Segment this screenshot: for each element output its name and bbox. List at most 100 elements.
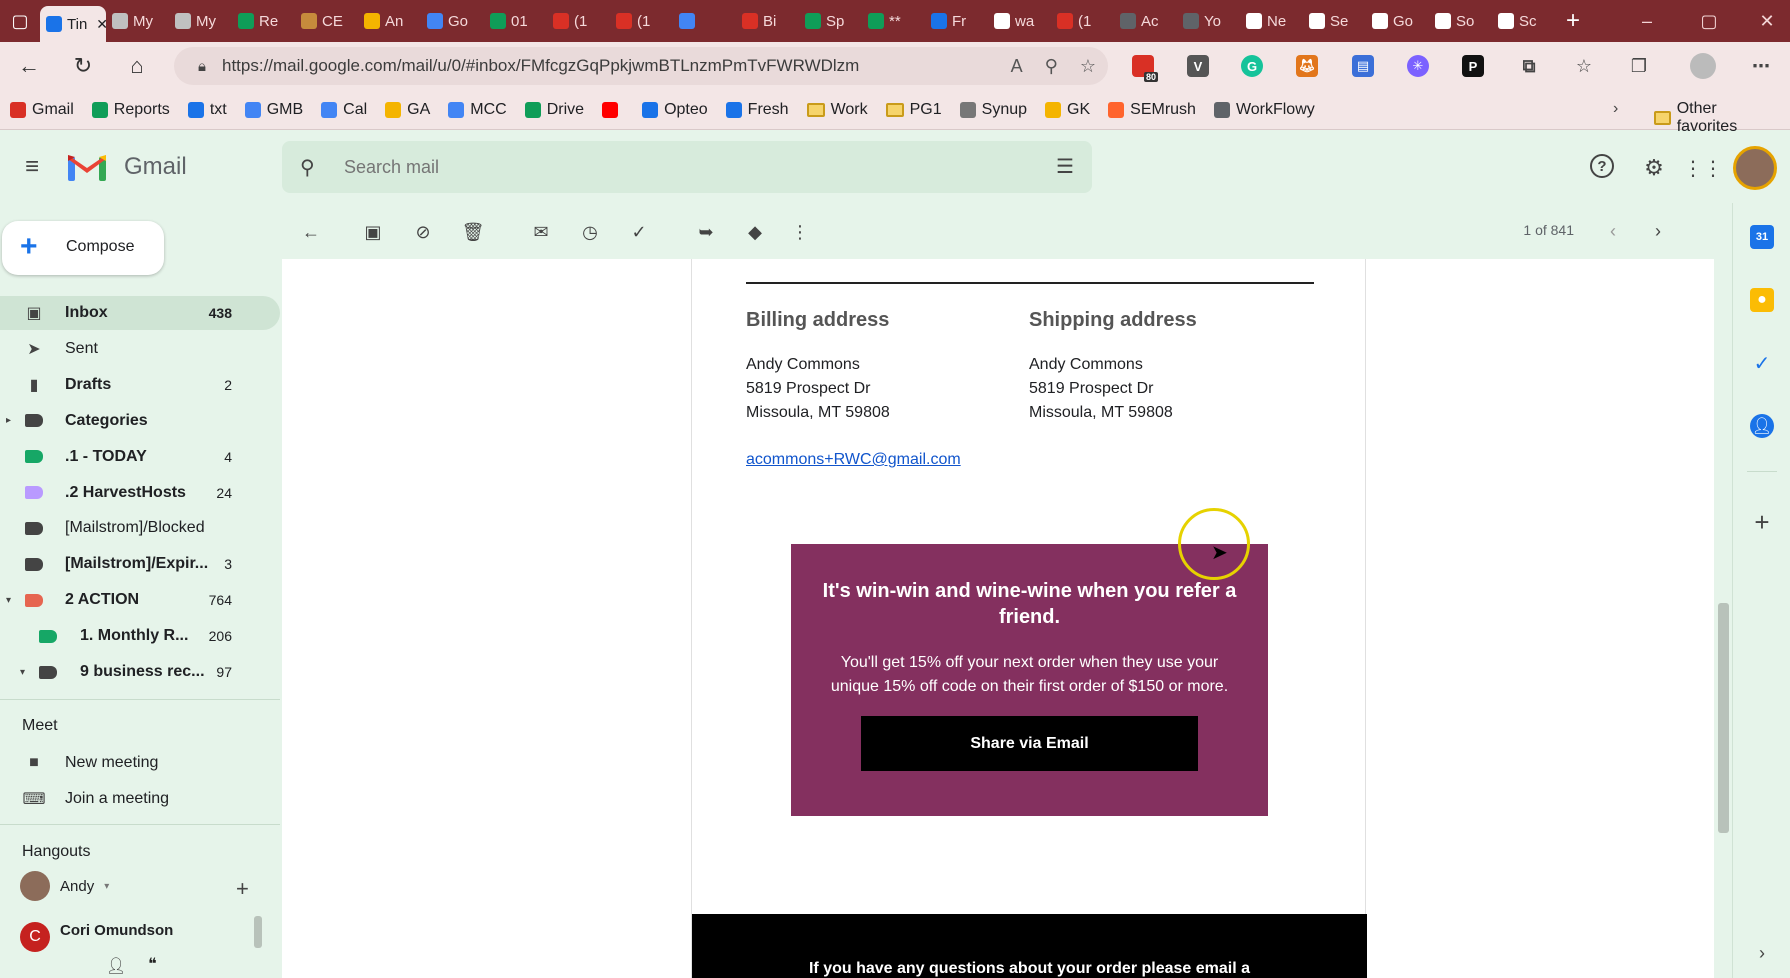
chevron-left-icon[interactable]: ‹ [1602,220,1624,242]
browser-tab[interactable]: Ac [1114,5,1177,37]
minimize-button[interactable]: – [1624,0,1670,42]
reload-icon[interactable]: ↻ [58,42,108,90]
hangouts-contact[interactable]: C Cori Omundson [20,922,173,952]
join-meeting-link[interactable]: ⌨ Join a meeting [0,782,280,816]
search-options-icon[interactable]: ☰ [1056,154,1074,179]
contacts-icon[interactable]: 👤︎ [1750,414,1774,438]
back-arrow-icon[interactable]: ← [300,221,322,243]
expand-caret-icon[interactable]: ▾ [6,595,11,606]
browser-tab[interactable]: My [169,5,232,37]
new-tab-button[interactable]: + [1555,7,1591,35]
browser-tab[interactable]: (1 [1051,5,1114,37]
metamask-icon[interactable]: 🦊︎ [1296,55,1318,77]
more-options-icon[interactable]: ⋮ [789,221,811,243]
browser-tab[interactable]: (1 [610,5,673,37]
browser-tab[interactable]: So [1429,5,1492,37]
sidebar-item[interactable]: ▮ Drafts 2 [0,368,280,402]
chevron-right-icon[interactable]: › [1750,941,1774,965]
collections-icon[interactable]: ❐ [1628,55,1650,77]
sidebar-item[interactable]: [Mailstrom]/Blocked [0,511,280,545]
hangouts-quote-icon[interactable]: ❝ [148,954,157,974]
extensions-puzzle-icon[interactable]: ⧉ [1518,55,1540,77]
archive-icon[interactable]: ▣ [362,221,384,243]
bookmark-item[interactable]: SEMrush [1108,101,1196,119]
add-addon-icon[interactable]: + [1750,507,1774,537]
close-tab-icon[interactable]: ✕ [96,16,106,33]
chevron-right-icon[interactable]: › [1647,220,1669,242]
browser-tab[interactable]: Go [421,5,484,37]
zoom-icon[interactable]: ⚲ [1045,56,1058,77]
hangouts-self[interactable]: Andy ▾ [20,871,109,901]
bookmark-item[interactable]: Reports [91,101,170,119]
scrollbar-thumb[interactable] [1718,603,1729,833]
tasks-icon[interactable]: ✓ [1750,351,1774,375]
account-avatar[interactable] [1733,146,1777,190]
new-meeting-link[interactable]: ■ New meeting [0,746,280,780]
p-extension-icon[interactable]: P [1462,55,1484,77]
home-icon[interactable]: ⌂ [112,42,162,90]
browser-tab[interactable]: Se [1303,5,1366,37]
bookmark-item[interactable]: WorkFlowy [1213,101,1315,119]
tab-actions-icon[interactable]: ▢ [0,0,40,42]
browser-tab[interactable]: Ne [1240,5,1303,37]
label-icon[interactable]: ◆ [744,221,766,243]
chevron-right-icon[interactable]: › [1613,100,1618,118]
share-via-email-button[interactable]: Share via Email [861,716,1198,771]
add-task-icon[interactable]: ✓ [628,221,650,243]
sidebar-item[interactable]: ▸ Categories [0,404,280,438]
bookmark-item[interactable]: Opteo [642,101,708,119]
more-menu-icon[interactable]: ⋯ [1750,55,1772,77]
url-text[interactable]: https://mail.google.com/mail/u/0/#inbox/… [222,56,859,76]
browser-tab[interactable]: Bi [736,5,799,37]
bookmark-item[interactable]: GMB [244,101,303,119]
bookmark-item[interactable]: Synup [959,101,1027,119]
bookmark-item[interactable]: txt [187,101,227,119]
main-menu-icon[interactable]: ≡ [14,151,50,183]
expand-caret-icon[interactable]: ▾ [20,667,25,678]
sidebar-item[interactable]: ▾ 2 ACTION 764 [0,583,280,617]
browser-tab[interactable]: An [358,5,421,37]
browser-tab[interactable]: Tin ✕ [40,6,106,42]
sidebar-item[interactable]: [Mailstrom]/Expir... 3 [0,547,280,581]
collapse-caret-icon[interactable]: ▸ [6,415,11,426]
close-window-button[interactable]: ✕ [1744,0,1790,42]
read-aloud-icon[interactable]: A [1011,56,1023,77]
bookmark-item[interactable]: Fresh [725,101,789,119]
gmail-logo-icon[interactable] [66,151,108,183]
favorites-icon[interactable]: ☆ [1573,55,1595,77]
bookmark-item[interactable]: Cal [321,101,367,119]
browser-tab[interactable] [673,5,736,37]
browser-tab[interactable]: 01 [484,5,547,37]
maximize-button[interactable]: ▢ [1686,0,1732,42]
bookmark-item[interactable]: GA [385,101,430,119]
address-bar[interactable]: 🔒︎ https://mail.google.com/mail/u/0/#inb… [174,47,1108,85]
browser-tab[interactable]: ** [862,5,925,37]
search-icon[interactable]: ⚲ [300,155,315,180]
sidebar-item[interactable]: ➤ Sent [0,332,280,366]
keep-icon[interactable]: ● [1750,288,1774,312]
browser-tab[interactable]: My [106,5,169,37]
calendar-icon[interactable]: 31 [1750,225,1774,249]
report-spam-icon[interactable]: ⊘ [412,221,434,243]
profile-icon[interactable] [1690,53,1716,79]
help-icon[interactable]: ? [1590,154,1614,178]
compose-button[interactable]: + Compose [2,221,164,275]
chevron-down-icon[interactable]: ▾ [104,881,109,892]
sidebar-item[interactable]: .2 HarvestHosts 24 [0,476,280,510]
mark-unread-icon[interactable]: ✉ [530,221,552,243]
reading-pane-scrollbar[interactable] [1714,259,1732,978]
search-bar[interactable]: ⚲ ☰ [282,141,1092,193]
browser-tab[interactable]: CE [295,5,358,37]
sidebar-item[interactable]: ▣ Inbox 438 [0,296,280,330]
bookmark-item[interactable]: Work [806,101,868,119]
browser-tab[interactable]: Fr [925,5,988,37]
sidebar-item[interactable]: .1 - TODAY 4 [0,440,280,474]
bookmark-item[interactable]: GK [1045,101,1090,119]
add-hangout-icon[interactable]: + [236,876,249,902]
bookmark-item[interactable]: MCC [448,101,507,119]
bookmark-item[interactable]: Gmail [10,101,74,119]
browser-tab[interactable]: Go [1366,5,1429,37]
extension-icon[interactable]: ▤ [1352,55,1374,77]
settings-gear-icon[interactable]: ⚙ [1640,154,1668,182]
delete-icon[interactable]: 🗑︎ [462,221,485,243]
